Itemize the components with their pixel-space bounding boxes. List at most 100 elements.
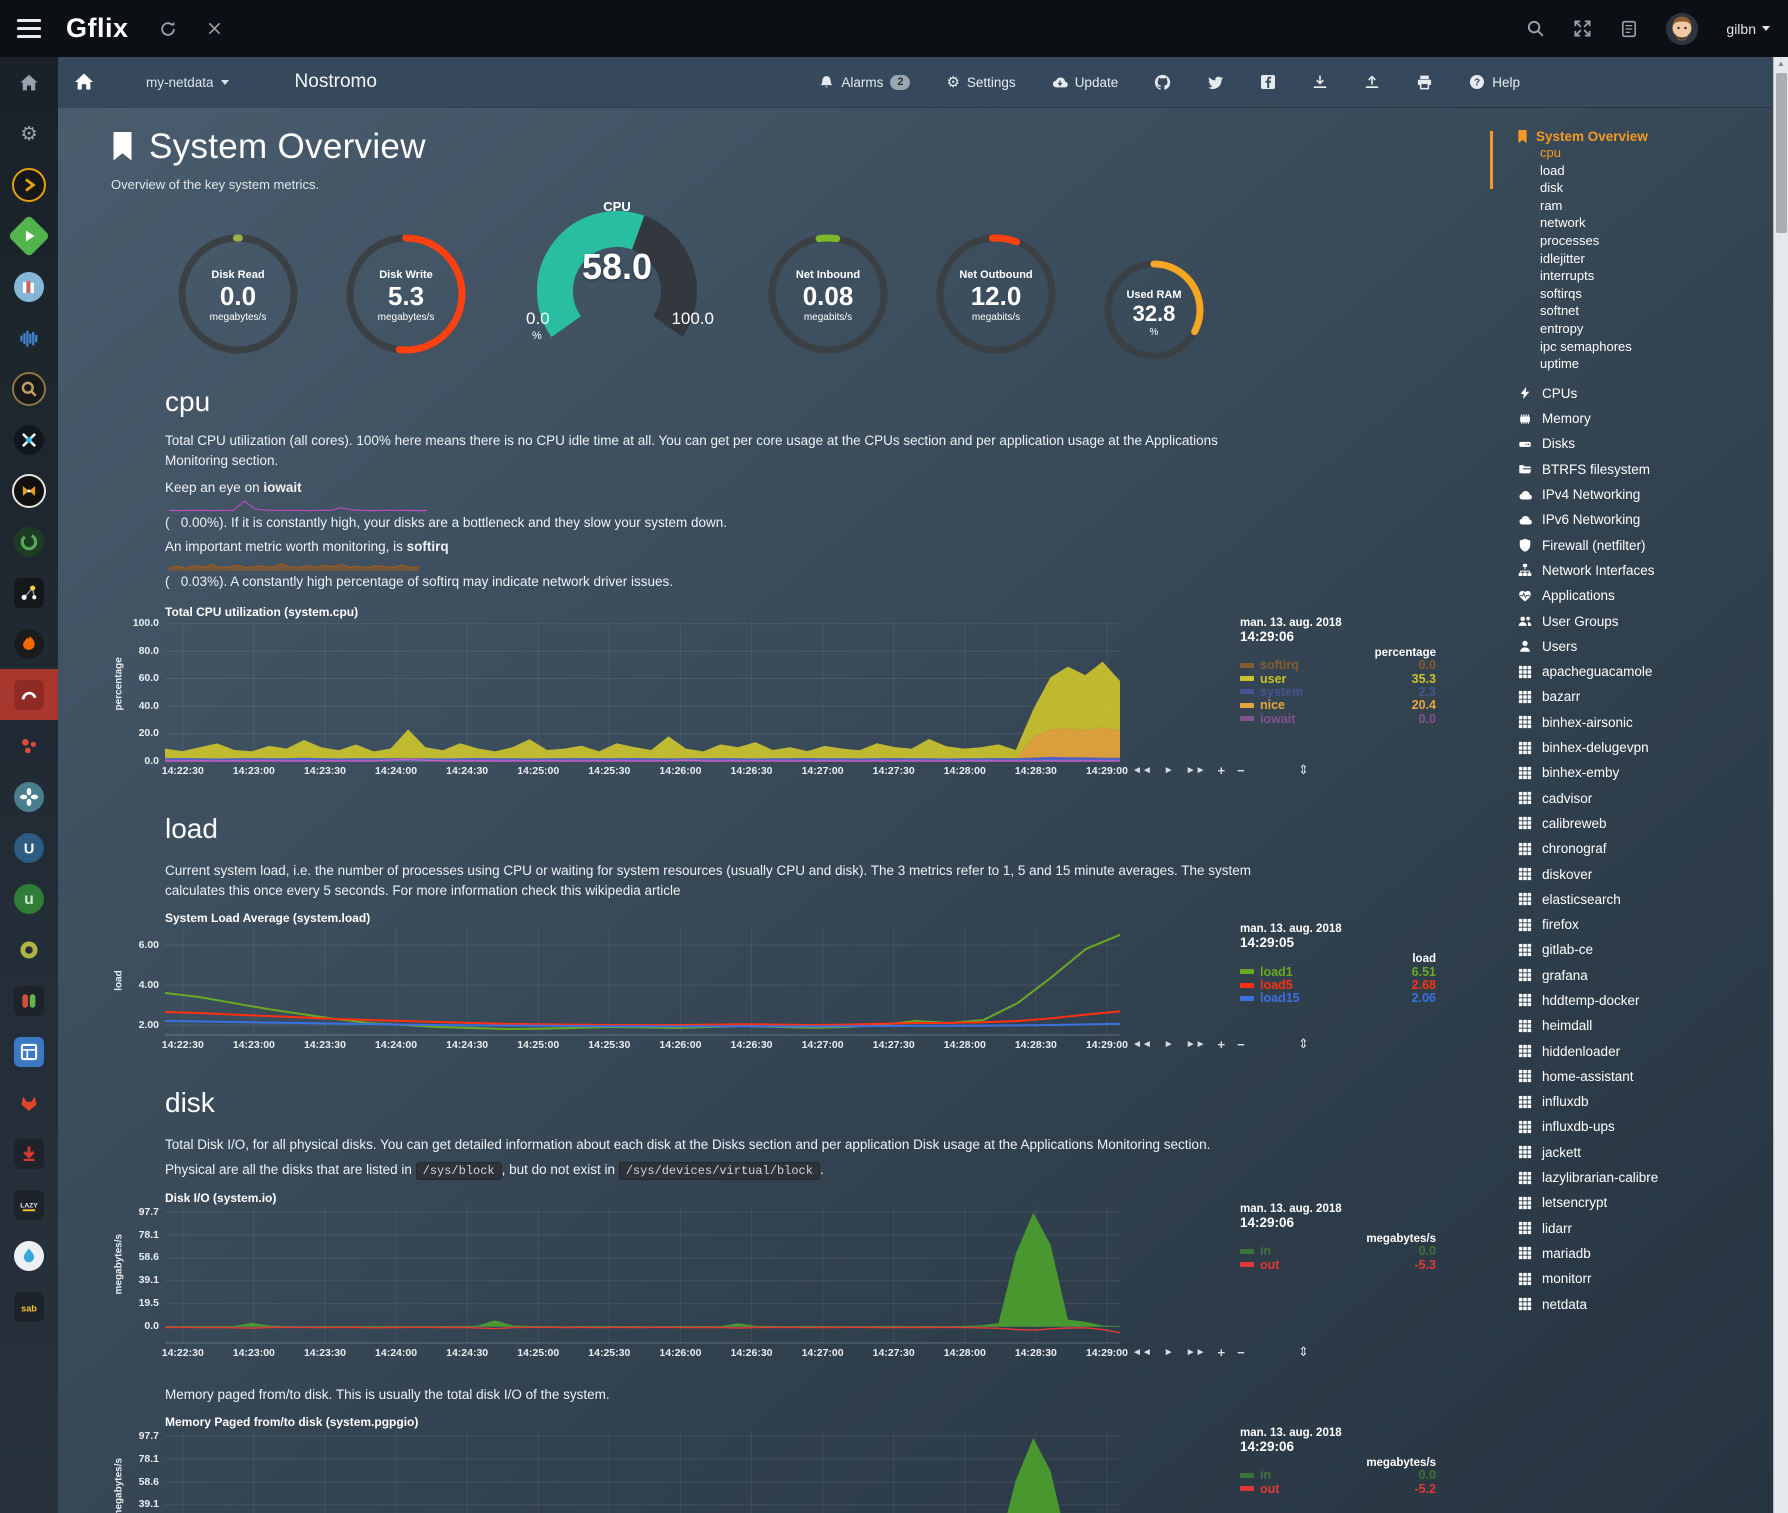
zoom-out-button[interactable]: − [1237,1037,1245,1052]
sidebar-item-disk[interactable]: disk [1540,179,1774,197]
sidebar-item-users[interactable]: Users [1517,634,1774,659]
sidebar-item-home-assistant[interactable]: home-assistant [1517,1064,1774,1089]
backward-button[interactable]: ◄◄ [1132,1039,1152,1050]
sidebar-item-disks[interactable]: Disks [1517,431,1774,456]
legend-row-out[interactable]: out-5.3 [1240,1258,1436,1271]
update-button[interactable]: Update [1052,74,1119,90]
sidebar-item-binhex-delugevpn[interactable]: binhex-delugevpn [1517,735,1774,760]
play-button[interactable]: ► [1164,1347,1174,1358]
sidebar-app-ubooquity[interactable]: U [0,822,58,873]
gauge-net-inbound[interactable]: Net Inbound0.08megabits/s [766,232,890,356]
resize-handle[interactable]: ⇕ [1298,1344,1309,1360]
forward-button[interactable]: ►► [1186,1347,1206,1358]
facebook-link[interactable] [1260,74,1276,90]
sidebar-item-softirqs[interactable]: softirqs [1540,285,1774,303]
my-netdata-dropdown[interactable]: my-netdata [146,75,229,90]
sidebar-item-cpu[interactable]: cpu [1540,144,1774,162]
sidebar-item-chronograf[interactable]: chronograf [1517,836,1774,861]
scrollbar-thumb[interactable] [1776,73,1787,233]
sidebar-item-netdata[interactable]: netdata [1517,1291,1774,1316]
play-button[interactable]: ► [1164,1039,1174,1050]
sidebar-item-lidarr[interactable]: lidarr [1517,1216,1774,1241]
sidebar-item-apacheguacamole[interactable]: apacheguacamole [1517,659,1774,684]
sidebar-item-cpus[interactable]: CPUs [1517,381,1774,406]
sidebar-item-ipv4-networking[interactable]: IPv4 Networking [1517,482,1774,507]
sidebar-app-emby[interactable] [0,210,58,261]
sidebar-item-grafana[interactable]: grafana [1517,963,1774,988]
legend-row-load1[interactable]: load16.51 [1240,965,1436,978]
sidebar-app-lazylibrarian[interactable]: LAZY [0,1179,58,1230]
sidebar-item-user-groups[interactable]: User Groups [1517,608,1774,633]
sidebar-item-firefox[interactable]: firefox [1517,912,1774,937]
sidebar-app-grafana[interactable] [0,618,58,669]
backward-button[interactable]: ◄◄ [1132,1347,1152,1358]
sidebar-item-letsencrypt[interactable]: letsencrypt [1517,1190,1774,1215]
alarms-button[interactable]: Alarms 2 [819,75,910,90]
settings-button[interactable]: ⚙ Settings [946,73,1015,91]
sidebar-app-calibre-web[interactable] [0,261,58,312]
legend-row-nice[interactable]: nice20.4 [1240,699,1436,712]
hamburger-menu-icon[interactable] [0,19,58,38]
legend-row-out[interactable]: out-5.2 [1240,1482,1436,1495]
changelog-icon[interactable] [1620,20,1638,38]
sidebar-item-bazarr[interactable]: bazarr [1517,684,1774,709]
user-avatar[interactable] [1666,13,1698,45]
sidebar-item-heimdall[interactable]: heimdall [1517,1013,1774,1038]
sidebar-item-ipv6-networking[interactable]: IPv6 Networking [1517,507,1774,532]
sidebar-item-calibreweb[interactable]: calibreweb [1517,811,1774,836]
sidebar-app-gitlab[interactable] [0,1077,58,1128]
username-menu[interactable]: gilbn [1726,21,1770,37]
sidebar-app-plex[interactable] [0,159,58,210]
sidebar-app-diskover[interactable] [0,567,58,618]
fullscreen-icon[interactable] [1573,19,1592,38]
sidebar-item-influxdb[interactable]: influxdb [1517,1089,1774,1114]
sidebar-item-interrupts[interactable]: interrupts [1540,267,1774,285]
legend-row-system[interactable]: system2.3 [1240,685,1436,698]
gauge-disk-read[interactable]: Disk Read0.0megabytes/s [176,232,300,356]
sidebar-item-ipc-semaphores[interactable]: ipc semaphores [1540,338,1774,356]
load-snapshot-button[interactable] [1364,74,1380,90]
sidebar-item-network[interactable]: network [1540,214,1774,232]
scrollbar[interactable]: ▲ [1773,57,1788,1513]
sidebar-app-sabnzbd[interactable]: sab [0,1281,58,1332]
resize-handle[interactable]: ⇕ [1298,1036,1309,1052]
chart-plot[interactable] [165,1431,1120,1513]
zoom-out-button[interactable]: − [1237,763,1245,778]
forward-button[interactable]: ►► [1186,765,1206,776]
sidebar-item-btrfs-filesystem[interactable]: BTRFS filesystem [1517,457,1774,482]
help-button[interactable]: ? Help [1469,74,1520,90]
sidebar-app-jackett[interactable] [0,363,58,414]
sidebar-item-processes[interactable]: processes [1540,232,1774,250]
play-button[interactable]: ► [1164,765,1174,776]
sidebar-app-olive-app[interactable] [0,924,58,975]
sidebar-item-cadvisor[interactable]: cadvisor [1517,785,1774,810]
close-icon[interactable] [207,21,222,36]
backward-button[interactable]: ◄◄ [1132,765,1152,776]
sidebar-app-home[interactable] [0,57,58,108]
refresh-icon[interactable] [159,20,177,38]
sidebar-app-water-app[interactable] [0,1230,58,1281]
sidebar-item-hiddenloader[interactable]: hiddenloader [1517,1038,1774,1063]
sidebar-app-pills-app[interactable] [0,975,58,1026]
sidebar-app-bazarr[interactable] [0,465,58,516]
sidebar-item-applications[interactable]: Applications [1517,583,1774,608]
forward-button[interactable]: ►► [1186,1039,1206,1050]
sidebar-app-cluster-app[interactable] [0,720,58,771]
hostname[interactable]: Nostromo [295,71,377,93]
sidebar-item-lazylibrarian-calibre[interactable]: lazylibrarian-calibre [1517,1165,1774,1190]
load-chart[interactable]: System Load Average (system.load)load14:… [108,911,1458,1053]
zoom-in-button[interactable]: + [1218,763,1226,778]
save-snapshot-button[interactable] [1312,74,1328,90]
sidebar-app-guacamole[interactable] [0,516,58,567]
gauge-used-ram[interactable]: Used RAM32.8% [1102,258,1206,362]
print-button[interactable] [1416,74,1433,91]
chart-plot[interactable] [165,621,1120,761]
sidebar-item-idlejitter[interactable]: idlejitter [1540,250,1774,268]
legend-row-in[interactable]: in0.0 [1240,1245,1436,1258]
home-icon[interactable] [74,72,94,92]
legend-row-iowait[interactable]: iowait0.0 [1240,712,1436,725]
sidebar-app-uptime-app[interactable]: u [0,873,58,924]
sidebar-app-airsonic[interactable] [0,312,58,363]
legend-row-load5[interactable]: load52.68 [1240,978,1436,991]
github-link[interactable] [1154,74,1171,91]
